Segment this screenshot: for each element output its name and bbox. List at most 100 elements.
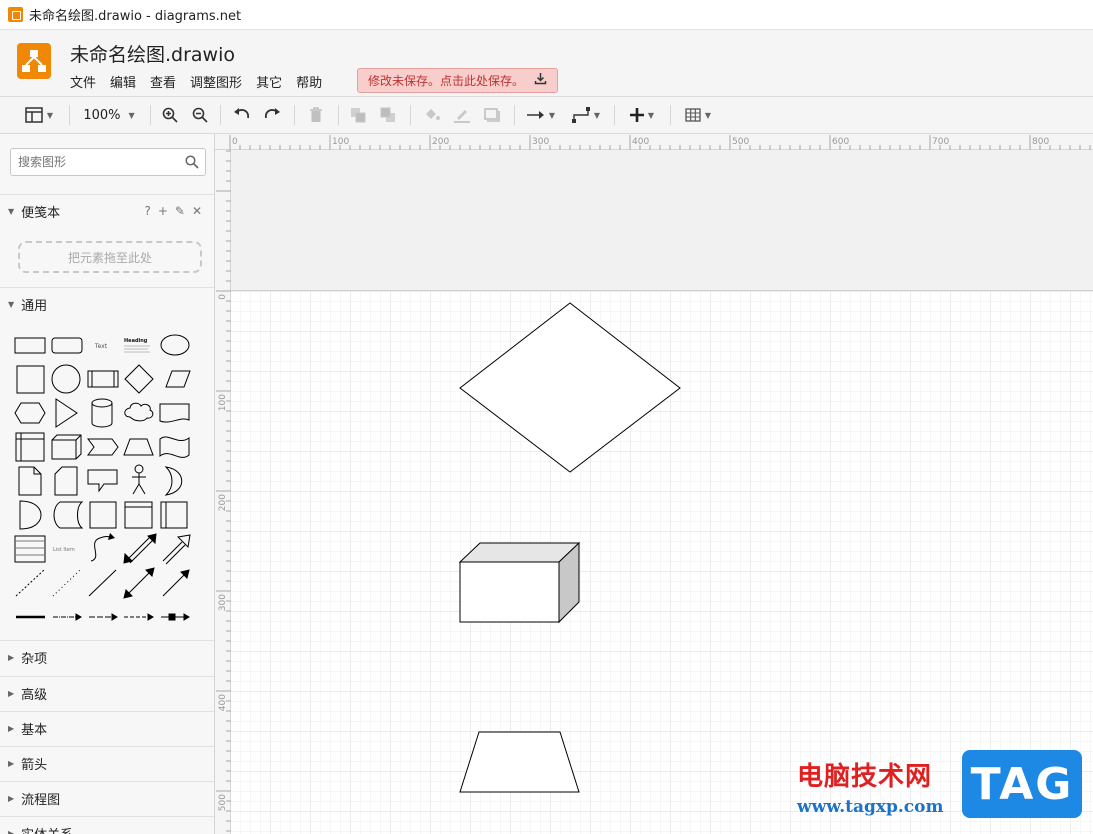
shape-card[interactable]	[54, 466, 78, 496]
shape-list[interactable]	[14, 535, 46, 563]
edit-pencil-icon[interactable]: ✎	[175, 204, 185, 218]
ruler-label: 400	[218, 694, 228, 711]
zoom-dropdown[interactable]: 100% ▼	[80, 97, 138, 133]
shape-line[interactable]	[88, 569, 117, 597]
insert-button[interactable]: ▼	[624, 97, 660, 133]
ruler-label: 500	[732, 137, 749, 147]
section-flowchart-header[interactable]: ▶ 流程图	[0, 781, 214, 815]
shape-cube[interactable]	[51, 434, 82, 460]
fill-color-button[interactable]	[420, 97, 444, 133]
delete-button[interactable]	[304, 97, 328, 133]
shape-diamond[interactable]	[124, 364, 154, 394]
redo-button[interactable]	[260, 97, 284, 133]
section-misc-header[interactable]: ▶ 杂项	[0, 640, 214, 674]
ruler-label: 100	[218, 394, 228, 411]
shape-list-item[interactable]: List Item	[53, 547, 75, 553]
unsaved-changes-button[interactable]: 修改未保存。点击此处保存。	[357, 68, 559, 93]
redo-icon	[264, 108, 280, 119]
shape-textbox[interactable]: Heading	[124, 338, 148, 344]
shape-arrow[interactable]	[162, 534, 191, 565]
shape-tape[interactable]	[159, 436, 190, 458]
shape-cloud[interactable]	[124, 402, 154, 422]
line-color-icon	[454, 110, 470, 123]
undo-button[interactable]	[230, 97, 254, 133]
scratchpad-header[interactable]: ▼ 便笺本 ? + ✎ ✕	[0, 194, 214, 228]
menu-help[interactable]: 帮助	[296, 72, 322, 91]
diagram-trapezoid[interactable]	[459, 731, 580, 793]
shape-text[interactable]: Text	[94, 343, 108, 350]
shape-callout[interactable]	[87, 469, 118, 493]
ruler-label: 100	[332, 137, 349, 147]
shape-delay[interactable]	[19, 500, 42, 530]
shape-note[interactable]	[18, 466, 42, 496]
shape-square[interactable]	[16, 365, 45, 394]
section-basic-header[interactable]: ▶ 基本	[0, 711, 214, 745]
scratchpad-title: 便笺本	[21, 206, 61, 221]
symbol-fill	[169, 614, 175, 620]
shape-triangle[interactable]	[55, 398, 78, 428]
shape-ellipse[interactable]	[160, 334, 190, 356]
shape-dotted-line[interactable]	[52, 569, 81, 597]
diagram-rhombus[interactable]	[459, 302, 681, 473]
menu-file[interactable]: 文件	[70, 72, 96, 91]
insert-icon	[629, 108, 644, 122]
zoom-in-button[interactable]	[158, 97, 182, 133]
waypoints-button[interactable]: ▼	[568, 97, 604, 133]
shadow-button[interactable]	[480, 97, 504, 133]
format-panel-button[interactable]: ▼	[20, 97, 58, 133]
table-button[interactable]: ▼	[680, 97, 716, 133]
menu-edit[interactable]: 编辑	[110, 72, 136, 91]
shape-step[interactable]	[87, 438, 119, 456]
add-icon[interactable]: +	[158, 204, 168, 218]
line-color-button[interactable]	[450, 97, 474, 133]
shape-trapezoid[interactable]	[123, 438, 154, 456]
scratchpad-drop-zone[interactable]: 把元素拖至此处	[18, 241, 202, 273]
shape-data-storage[interactable]	[53, 501, 84, 529]
horizontal-ruler: 0 100 200 300 400 500 600 700 800	[215, 134, 1093, 150]
menu-arrange[interactable]: 调整图形	[190, 72, 242, 91]
watermark-logo: TAG	[962, 750, 1082, 818]
scratchpad-help-button[interactable]: ?	[144, 204, 150, 218]
shape-container[interactable]	[15, 432, 45, 462]
search-icon[interactable]	[185, 154, 199, 173]
document-title[interactable]: 未命名绘图.drawio	[70, 40, 235, 67]
ruler-label: 0	[232, 137, 238, 147]
general-section-header[interactable]: ▼ 通用	[0, 287, 214, 321]
shape-parallelogram[interactable]	[165, 370, 191, 388]
shape-curve[interactable]	[90, 536, 113, 562]
shape-process[interactable]	[87, 370, 119, 388]
to-back-button[interactable]	[376, 97, 400, 133]
diagram-cube[interactable]	[458, 541, 581, 624]
canvas-margin-area[interactable]	[231, 150, 1093, 291]
to-front-icon	[351, 108, 366, 123]
to-front-button[interactable]	[346, 97, 370, 133]
ruler-label: 800	[1032, 137, 1049, 147]
section-arrows-title: 箭头	[21, 758, 48, 773]
section-advanced-header[interactable]: ▶ 高级	[0, 676, 214, 710]
section-arrows-header[interactable]: ▶ 箭头	[0, 746, 214, 780]
watermark-url: www.tagxp.com	[797, 797, 944, 817]
zoom-out-button[interactable]	[188, 97, 212, 133]
shape-document[interactable]	[159, 403, 190, 423]
shape-or[interactable]	[164, 466, 183, 496]
shape-cylinder[interactable]	[91, 398, 113, 428]
close-icon[interactable]: ✕	[192, 204, 202, 218]
shape-dashed-line[interactable]	[15, 569, 45, 597]
format-panel-icon	[25, 107, 43, 123]
shape-rounded-rectangle[interactable]	[51, 337, 83, 354]
shape-circle[interactable]	[51, 364, 81, 394]
zoom-in-icon	[162, 107, 178, 123]
shape-vertical-container[interactable]	[160, 501, 188, 529]
shape-square-2[interactable]	[89, 501, 117, 529]
shape-search-input[interactable]	[11, 149, 171, 175]
drawio-logo-icon[interactable]	[17, 43, 51, 79]
menu-extras[interactable]: 其它	[256, 72, 282, 91]
shape-hexagon[interactable]	[14, 402, 46, 424]
menu-view[interactable]: 查看	[150, 72, 176, 91]
shape-swimlane[interactable]	[124, 501, 153, 529]
section-entity-relation-header[interactable]: ▶ 实体关系	[0, 816, 214, 834]
connection-style-button[interactable]: ▼	[524, 97, 558, 133]
zoom-out-icon	[192, 107, 208, 123]
shape-actor[interactable]	[132, 464, 146, 495]
shape-rectangle[interactable]	[14, 337, 46, 354]
